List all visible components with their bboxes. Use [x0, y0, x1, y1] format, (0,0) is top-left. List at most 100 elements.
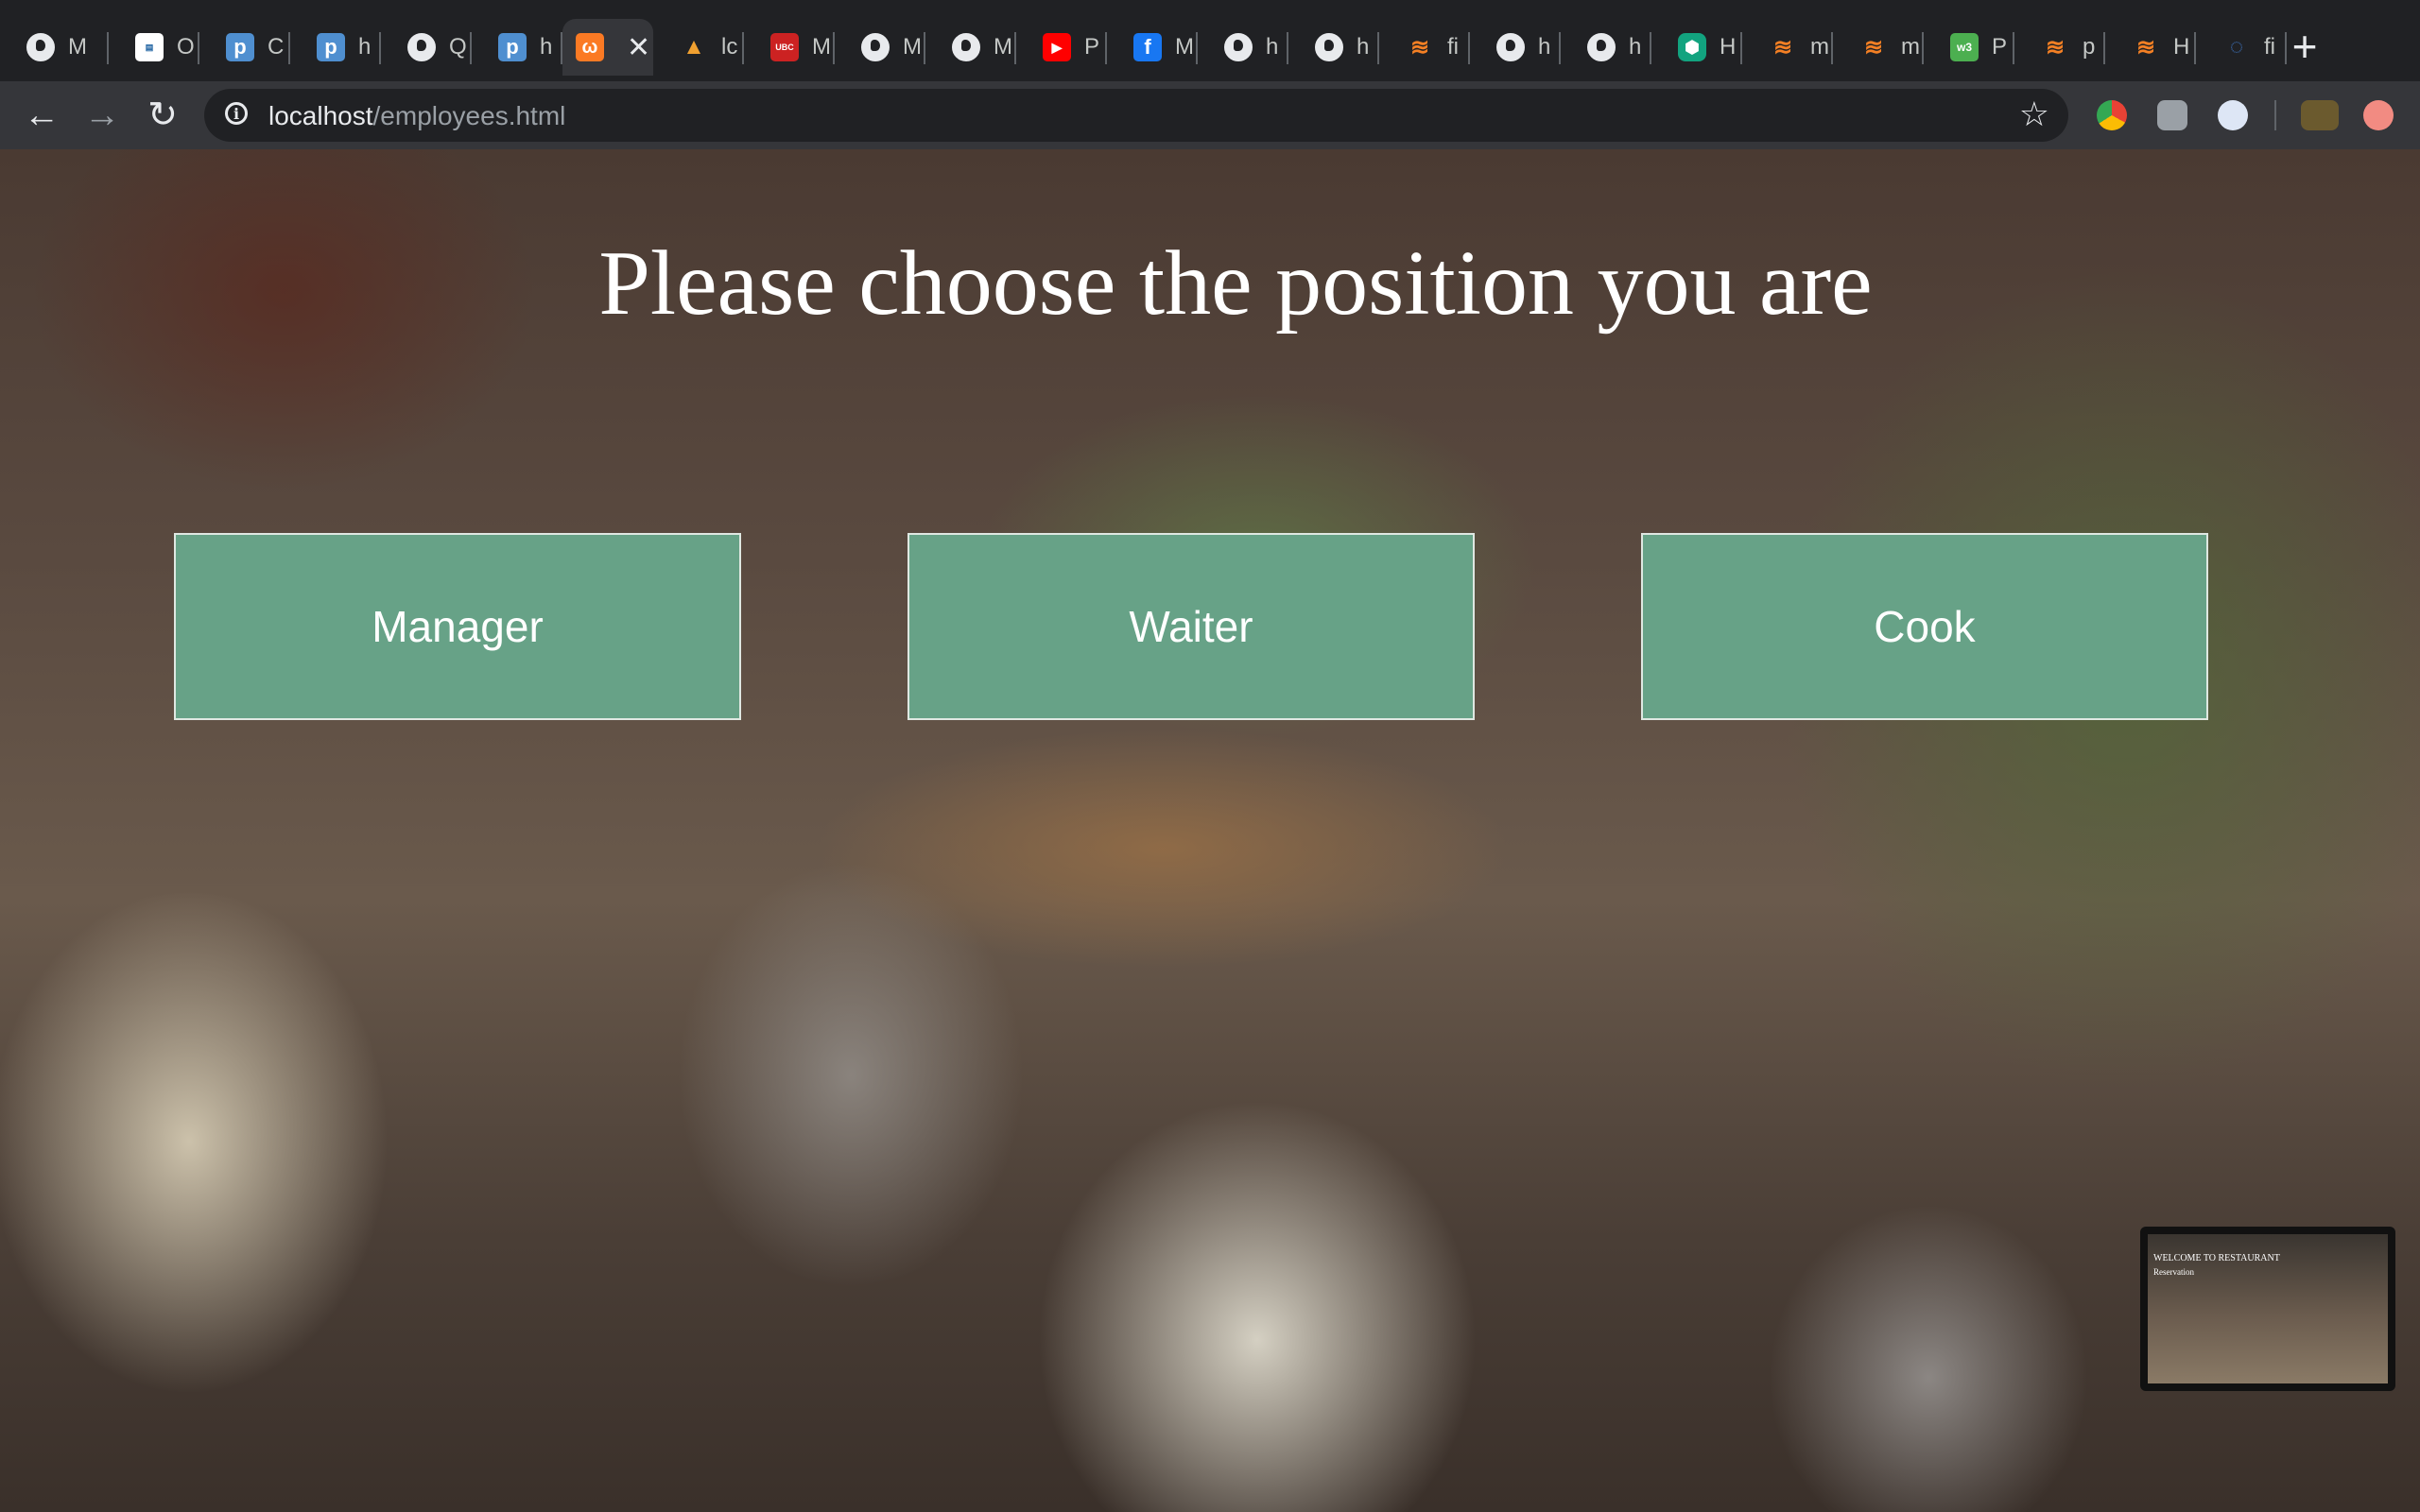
tab-title: lc: [721, 34, 738, 60]
browser-tab[interactable]: ≋ fi: [1379, 19, 1470, 76]
browser-tab[interactable]: Q: [381, 19, 472, 76]
stackoverflow-icon: ≋: [1863, 34, 1884, 60]
tab-title: M: [68, 34, 87, 60]
tab-title: h: [1357, 34, 1370, 60]
site-logo-icon: ▤: [135, 33, 164, 61]
tab-title: M: [1175, 34, 1194, 60]
info-icon[interactable]: i: [225, 102, 248, 125]
browser-tab[interactable]: ▤ O: [109, 19, 199, 76]
address-bar[interactable]: i localhost/employees.html ☆: [204, 89, 2068, 142]
browser-tab[interactable]: ⬢ H: [1651, 19, 1742, 76]
browser-tab[interactable]: UBC M: [744, 19, 835, 76]
browser-toolbar: ← → ↻ i localhost/employees.html ☆: [0, 81, 2420, 149]
url-host: localhost: [268, 101, 373, 130]
globe-icon: [1496, 33, 1525, 61]
tab-title: h: [540, 34, 553, 60]
facebook-icon: f: [1133, 33, 1162, 61]
waiter-button[interactable]: Waiter: [908, 533, 1475, 720]
xampp-icon: ω: [576, 33, 604, 61]
extension-bird-icon[interactable]: [2218, 100, 2248, 130]
tab-title: h: [358, 34, 372, 60]
close-tab-icon[interactable]: ✕: [627, 31, 650, 64]
browser-tab[interactable]: ▲ lc: [653, 19, 744, 76]
browser-tab[interactable]: h: [1561, 19, 1651, 76]
tab-strip: M ▤ O p C p h Q p h ω ✕ ▲ lc UBC M M M ▶…: [0, 0, 2420, 81]
browser-tab[interactable]: ≋ H: [2105, 19, 2196, 76]
youtube-icon: ▶: [1043, 33, 1071, 61]
ubc-canvas-icon: UBC: [770, 33, 799, 61]
update-icon[interactable]: [2363, 100, 2394, 130]
tab-title: P: [1992, 34, 2008, 60]
tab-title: M: [903, 34, 922, 60]
url-path: /employees.html: [372, 101, 566, 130]
browser-tab[interactable]: p h: [290, 19, 381, 76]
tab-title: h: [1266, 34, 1279, 60]
browser-tab[interactable]: ≋ p: [2014, 19, 2105, 76]
tab-title: p: [2083, 34, 2096, 60]
page-content: Please choose the position you are Manag…: [0, 149, 2420, 1512]
tab-title: H: [1720, 34, 1737, 60]
pma-icon: ▲: [683, 34, 705, 60]
browser-tab[interactable]: M: [925, 19, 1016, 76]
tab-title: C: [268, 34, 285, 60]
browser-tab-active[interactable]: ω ✕: [562, 19, 653, 76]
browser-tab[interactable]: M: [835, 19, 925, 76]
browser-tab[interactable]: ≋ m: [1742, 19, 1833, 76]
browser-tab[interactable]: w3 P: [1924, 19, 2014, 76]
profile-avatar[interactable]: [2301, 100, 2339, 130]
globe-icon: [952, 33, 980, 61]
browser-tab[interactable]: p C: [199, 19, 290, 76]
globe-icon: [1587, 33, 1616, 61]
tab-title: m: [1810, 34, 1829, 60]
tab-title: fi: [1447, 34, 1459, 60]
browser-tab[interactable]: h: [1198, 19, 1288, 76]
stackoverflow-icon: ≋: [1772, 34, 1793, 60]
globe-icon: [26, 33, 55, 61]
extension-color-icon[interactable]: [2097, 100, 2127, 130]
p-logo-icon: p: [226, 33, 254, 61]
tab-title: fi: [2264, 34, 2275, 60]
hex-logo-icon: ⬢: [1678, 33, 1706, 61]
back-button[interactable]: ←: [19, 93, 64, 138]
globe-icon: [407, 33, 436, 61]
tab-title: Q: [449, 34, 467, 60]
tab-title: O: [177, 34, 195, 60]
page-title: Please choose the position you are: [598, 232, 1873, 335]
browser-tab[interactable]: M: [0, 19, 109, 76]
reload-button[interactable]: ↻: [140, 93, 185, 138]
browser-tab[interactable]: ◌ fi: [2196, 19, 2287, 76]
tab-title: h: [1538, 34, 1551, 60]
browser-tab[interactable]: ▶ P: [1016, 19, 1107, 76]
globe-icon: [1315, 33, 1343, 61]
globe-icon: [1224, 33, 1253, 61]
browser-tab[interactable]: f M: [1107, 19, 1198, 76]
thumbnail-screen: WELCOME TO RESTAURANT Reservation: [2148, 1234, 2388, 1383]
cook-button[interactable]: Cook: [1641, 533, 2208, 720]
browser-tab[interactable]: p h: [472, 19, 562, 76]
new-tab-button[interactable]: +: [2280, 23, 2329, 72]
w3-icon: w3: [1950, 33, 1979, 61]
toolbar-divider: [2274, 100, 2276, 130]
tab-title: M: [994, 34, 1012, 60]
tab-title: M: [812, 34, 831, 60]
tab-title: H: [2173, 34, 2190, 60]
browser-tab[interactable]: h: [1288, 19, 1379, 76]
bookmark-star-icon[interactable]: ☆: [2019, 94, 2049, 134]
forward-button[interactable]: →: [79, 93, 125, 138]
browser-tab[interactable]: ≋ m: [1833, 19, 1924, 76]
manager-button[interactable]: Manager: [174, 533, 741, 720]
tab-title: h: [1629, 34, 1642, 60]
stackoverflow-icon: ≋: [1409, 34, 1430, 60]
url-text[interactable]: localhost/employees.html: [268, 101, 565, 131]
stackoverflow-icon: ≋: [2135, 34, 2156, 60]
browser-tab[interactable]: h: [1470, 19, 1561, 76]
thumbnail-subheading: Reservation: [2153, 1267, 2194, 1277]
page-preview-thumbnail[interactable]: WELCOME TO RESTAURANT Reservation: [2140, 1227, 2395, 1391]
stackoverflow-icon: ≋: [2045, 34, 2066, 60]
p-logo-icon: p: [498, 33, 527, 61]
css-icon: ◌: [2229, 34, 2244, 60]
extension-h-icon[interactable]: [2157, 100, 2187, 130]
thumbnail-heading: WELCOME TO RESTAURANT: [2153, 1253, 2280, 1263]
tab-title: m: [1901, 34, 1920, 60]
tab-title: P: [1084, 34, 1100, 60]
